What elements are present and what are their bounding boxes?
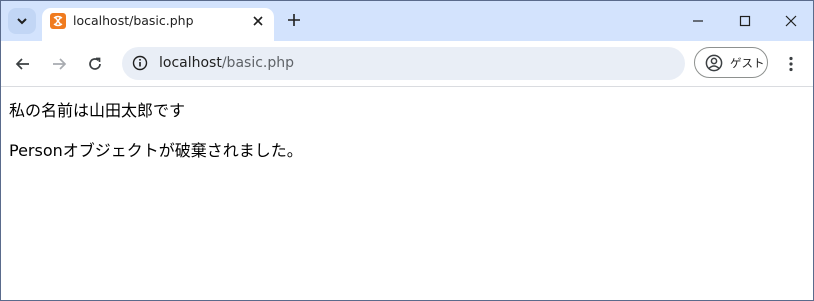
site-info-button[interactable] — [130, 53, 150, 73]
url-path: /basic.php — [221, 55, 295, 71]
new-tab-button[interactable] — [284, 10, 304, 30]
browser-window: localhost/basic.php localhost/basic.php … — [0, 0, 814, 301]
browser-tab[interactable]: localhost/basic.php — [42, 8, 274, 41]
close-icon — [253, 16, 263, 26]
url-host: localhost — [159, 55, 222, 71]
back-button[interactable] — [11, 52, 35, 76]
tab-strip: localhost/basic.php — [1, 1, 813, 41]
close-window-button[interactable] — [779, 9, 803, 33]
close-tab-button[interactable] — [249, 12, 267, 30]
profile-label: ゲスト — [730, 56, 765, 70]
page-content: 私の名前は山田太郎です Personオブジェクトが破棄されました。 — [1, 87, 813, 300]
close-icon — [785, 15, 797, 27]
minimize-icon — [693, 20, 703, 22]
forward-button[interactable] — [47, 52, 71, 76]
plus-icon — [288, 14, 300, 26]
tab-search-button[interactable] — [8, 8, 36, 34]
arrow-right-icon — [53, 58, 67, 70]
profile-button[interactable]: ゲスト — [694, 47, 768, 78]
more-vert-icon — [789, 56, 793, 72]
address-bar[interactable]: localhost/basic.php — [122, 47, 685, 80]
maximize-icon — [739, 15, 751, 27]
arrow-left-icon — [15, 58, 29, 70]
reload-button[interactable] — [83, 52, 107, 76]
menu-button[interactable] — [779, 52, 803, 76]
account-circle-icon — [705, 54, 723, 72]
chevron-down-icon — [17, 18, 27, 25]
output-line-name: 私の名前は山田太郎です — [9, 101, 186, 120]
info-icon — [132, 55, 148, 71]
minimize-button[interactable] — [686, 9, 710, 33]
reload-icon — [89, 57, 101, 70]
maximize-button[interactable] — [733, 9, 757, 33]
xampp-icon — [50, 13, 66, 29]
output-line-destructed: Personオブジェクトが破棄されました。 — [9, 141, 303, 160]
url-text[interactable]: localhost/basic.php — [159, 55, 294, 71]
browser-toolbar: localhost/basic.php ゲスト — [1, 41, 813, 87]
tab-title: localhost/basic.php — [73, 13, 194, 28]
